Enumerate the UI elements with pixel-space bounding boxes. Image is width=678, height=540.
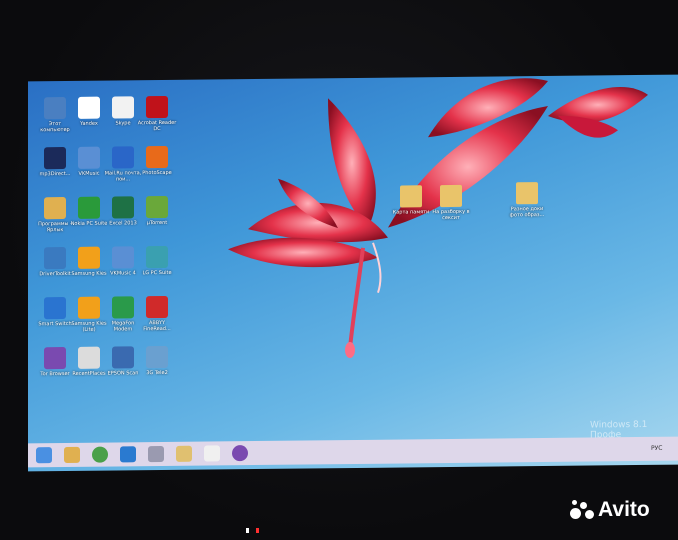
desktop-icon[interactable]: LG PC Suite — [136, 245, 178, 277]
avito-watermark: Avito — [570, 498, 650, 522]
desktop-icon[interactable]: ABBYY FineRead... — [136, 295, 178, 333]
folder-label: Разное доки фото образ... — [509, 206, 545, 219]
desktop-icon-label: ABBYY FineRead... — [143, 319, 171, 333]
app-icon — [78, 296, 100, 319]
folder-label: На разборку в сексит — [432, 208, 470, 222]
app-icon — [146, 95, 168, 119]
desktop-icon-label: Acrobat Reader DC — [137, 119, 177, 133]
app-icon — [78, 246, 100, 269]
app-icon — [112, 196, 134, 219]
avito-logo-icon — [570, 498, 594, 522]
app-icon — [146, 345, 168, 369]
power-led-red — [256, 528, 259, 533]
app-icon — [78, 196, 100, 219]
chrome-icon[interactable] — [92, 446, 108, 463]
folder-icon — [440, 184, 462, 208]
app-icon — [146, 295, 168, 319]
app-tile-icon[interactable] — [148, 445, 164, 463]
app-icon — [44, 197, 66, 220]
desktop-icon[interactable]: µTorrent — [136, 195, 178, 227]
app-icon — [44, 97, 66, 120]
app-icon — [112, 296, 134, 319]
app-icon — [78, 146, 100, 169]
desktop-folder[interactable]: Разное доки фото образ... — [506, 182, 548, 218]
app-icon — [44, 347, 66, 370]
app-icon — [112, 346, 134, 369]
folder-label: Карта памяти — [392, 209, 430, 216]
app-icon — [112, 146, 134, 169]
desktop-screen: Этот компьютер Yandex Skype Acrobat Reader … — [28, 74, 678, 472]
desktop-folder[interactable]: Карта памяти — [390, 185, 432, 216]
app-icon — [146, 145, 168, 169]
desktop-icon[interactable]: Acrobat Reader DC — [136, 95, 178, 133]
folder-icon — [516, 182, 538, 205]
folder-app-icon[interactable] — [64, 446, 80, 464]
desktop-icon-label: LG PC Suite — [142, 269, 172, 277]
app-icon — [112, 96, 134, 119]
explorer-icon[interactable] — [176, 445, 192, 462]
app-icon — [44, 247, 66, 270]
folder-icon — [400, 185, 422, 208]
desktop-icon-label: µTorrent — [146, 219, 168, 227]
app-icon — [44, 147, 66, 170]
avito-brand: Avito — [598, 498, 650, 521]
desktop-icon[interactable]: 3G Tele2 — [136, 345, 178, 377]
app-icon — [78, 346, 100, 369]
desktop-icon-label: 3G Tele2 — [146, 369, 168, 377]
ie-icon[interactable] — [120, 446, 136, 463]
app-icon — [112, 246, 134, 269]
app-icon — [78, 96, 100, 119]
app-icon — [146, 195, 168, 219]
windows-logo-icon[interactable] — [36, 447, 52, 464]
desktop-folder[interactable]: На разборку в сексит — [430, 184, 472, 222]
desktop-icon[interactable]: PhotoScape — [136, 145, 178, 177]
document-icon[interactable] — [204, 445, 220, 462]
tor-icon[interactable] — [232, 445, 248, 462]
app-icon — [44, 297, 66, 320]
language-indicator[interactable]: РУС — [651, 445, 662, 452]
power-led-white — [246, 528, 249, 533]
app-icon — [146, 245, 168, 269]
desktop-icon-label: PhotoScape — [142, 169, 172, 177]
